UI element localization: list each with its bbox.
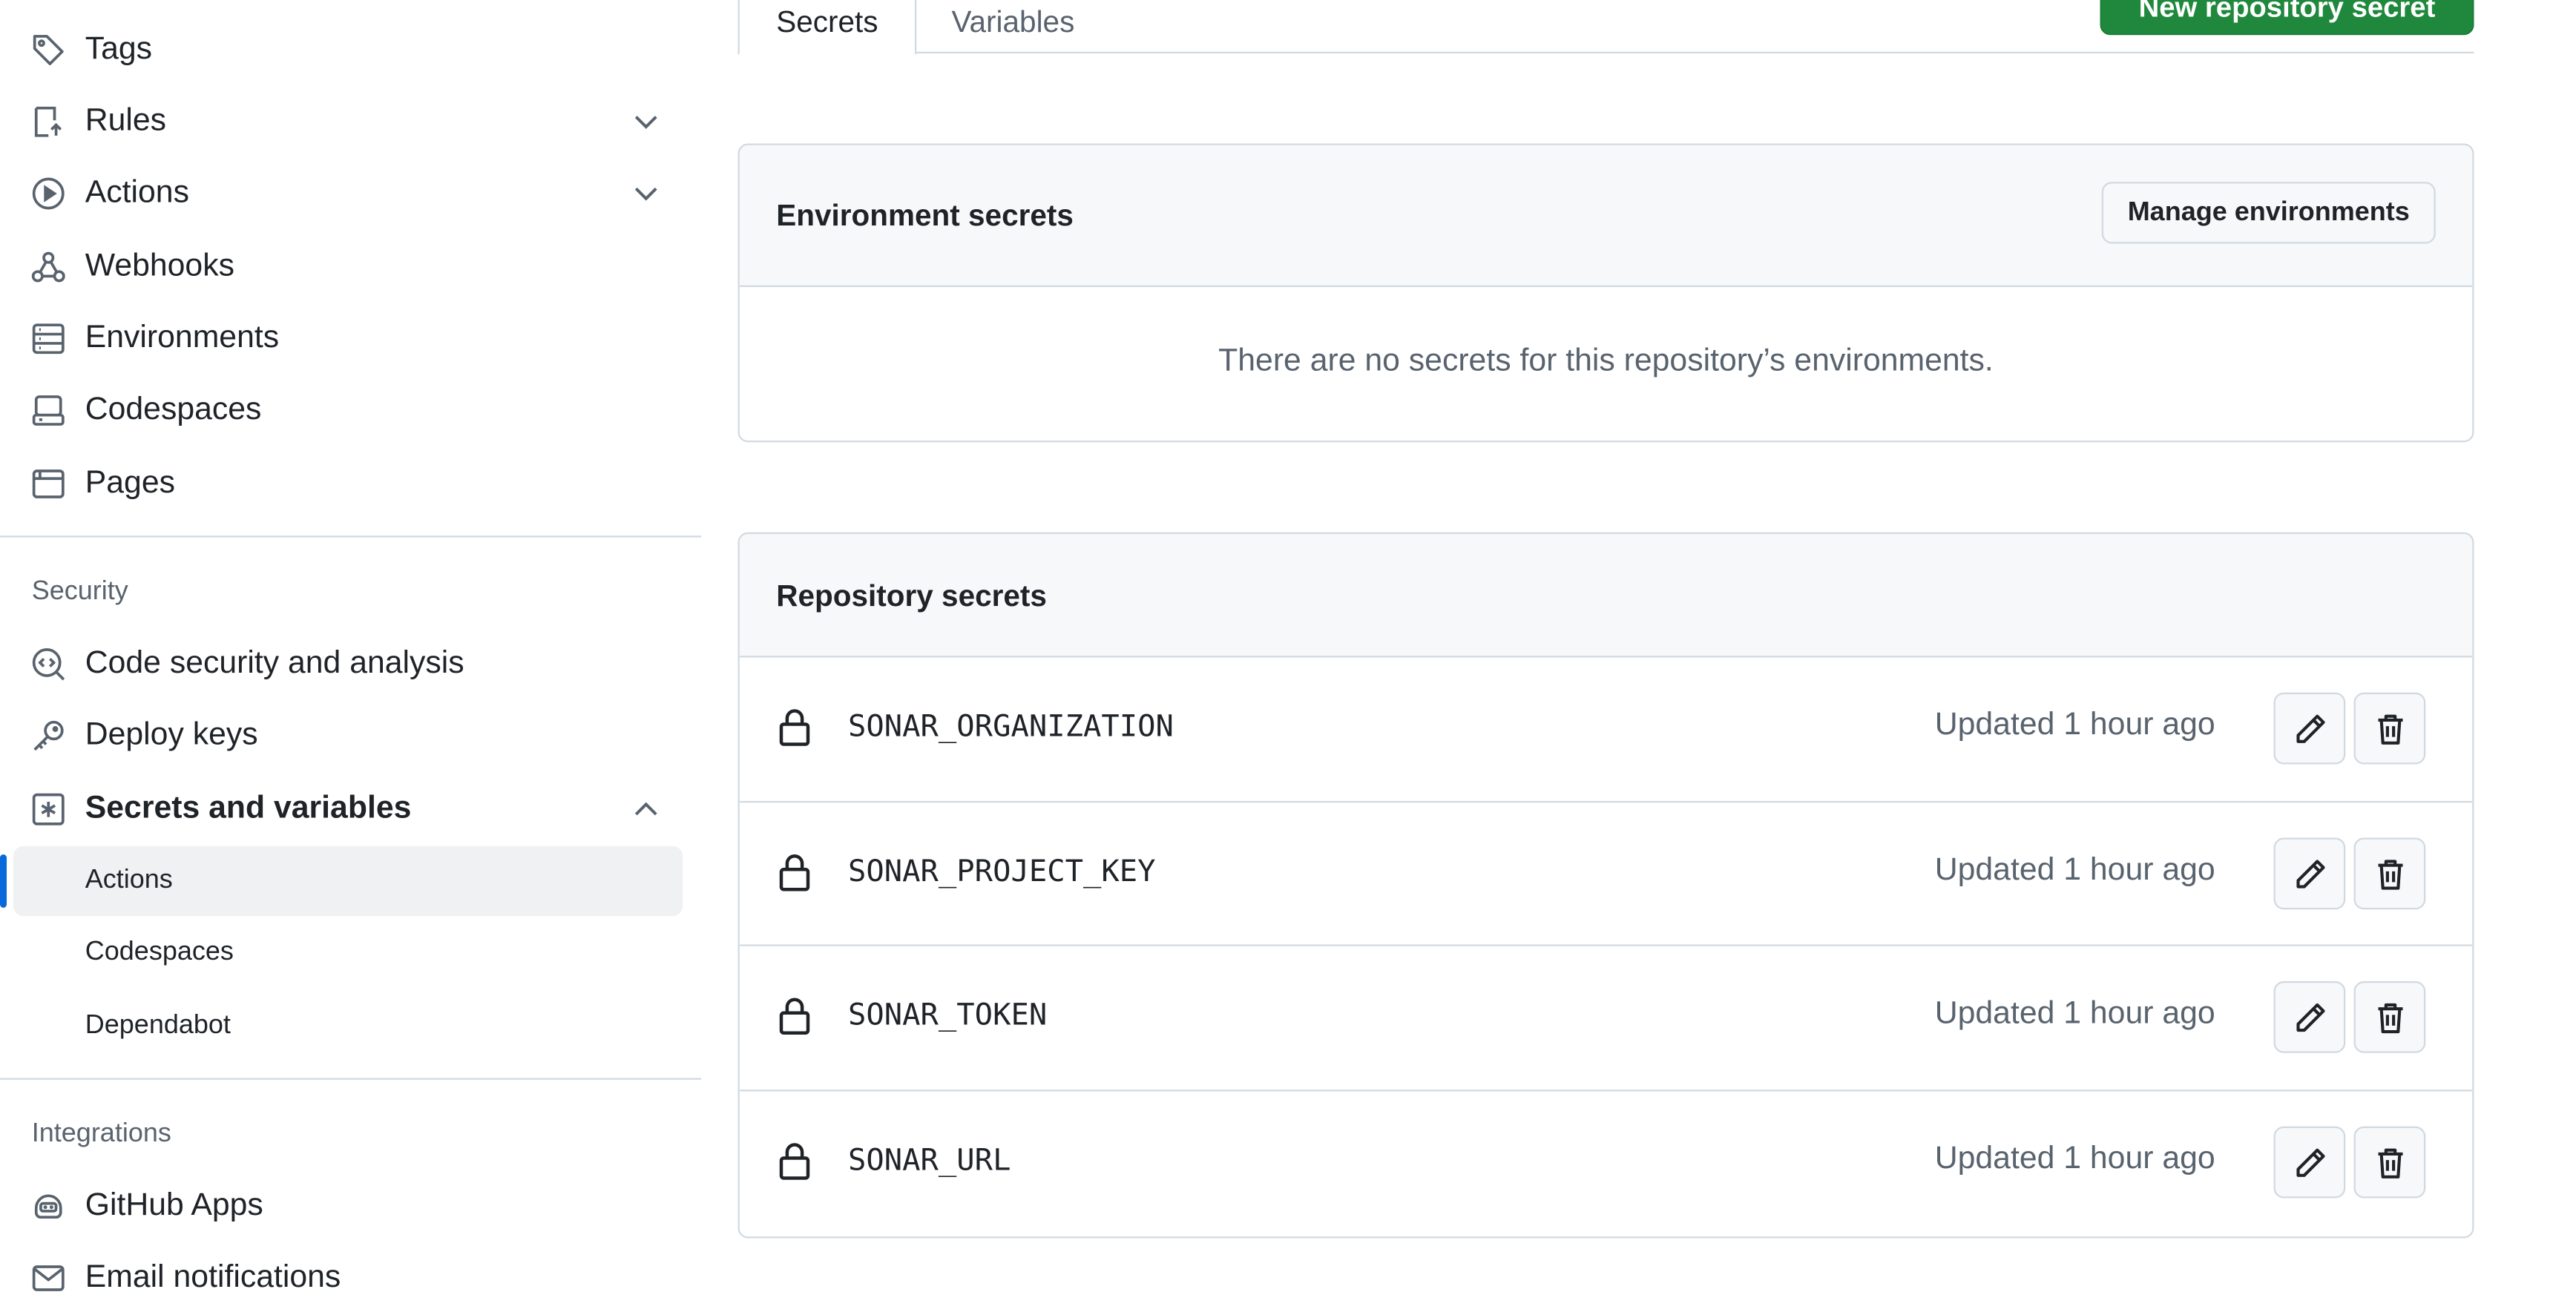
delete-secret-button[interactable] <box>2353 837 2426 910</box>
lock-icon <box>776 1141 813 1181</box>
sidebar-item-label: Environments <box>85 320 280 356</box>
secret-name: SONAR_URL <box>848 1143 1011 1179</box>
sidebar-item-rules[interactable]: Rules <box>0 88 701 155</box>
environment-secrets-empty-message: There are no secrets for this repository… <box>1218 343 1994 379</box>
new-repository-secret-button[interactable]: New repository secret <box>2100 0 2474 36</box>
secret-row: SONAR_URL Updated 1 hour ago <box>739 1090 2473 1233</box>
environment-secrets-title: Environment secrets <box>776 198 1074 232</box>
secret-updated: Updated 1 hour ago <box>1934 1141 2215 1177</box>
pencil-icon <box>2291 999 2328 1036</box>
sidebar-item-label: GitHub Apps <box>85 1188 263 1224</box>
secret-name: SONAR_PROJECT_KEY <box>848 854 1156 890</box>
sidebar-item-label: Tags <box>85 31 153 67</box>
section-title-security: Security <box>31 577 128 606</box>
pencil-icon <box>2291 855 2328 892</box>
secret-row: SONAR_TOKEN Updated 1 hour ago <box>739 944 2473 1089</box>
secret-updated: Updated 1 hour ago <box>1934 708 2215 743</box>
trash-icon <box>2371 710 2408 747</box>
lock-icon <box>776 996 813 1036</box>
sidebar-item-label: Webhooks <box>85 248 234 284</box>
sidebar-item-tags[interactable]: Tags <box>0 17 701 84</box>
sidebar-subitem-label: Codespaces <box>85 937 234 966</box>
sidebar-item-label: Pages <box>85 465 175 501</box>
server-icon <box>30 320 68 357</box>
sidebar-item-label: Rules <box>85 103 167 139</box>
delete-secret-button[interactable] <box>2353 692 2426 765</box>
sidebar-item-codespaces[interactable]: Codespaces <box>0 378 701 444</box>
repository-secrets-title: Repository secrets <box>776 578 1047 613</box>
sidebar-item-github-apps[interactable]: GitHub Apps <box>0 1173 701 1240</box>
repository-secrets-header: Repository secrets <box>739 534 2473 658</box>
sidebar-item-pages[interactable]: Pages <box>0 451 701 518</box>
secret-row: SONAR_PROJECT_KEY Updated 1 hour ago <box>739 801 2473 945</box>
sidebar-subitem-actions[interactable]: Actions <box>13 845 683 917</box>
lock-icon <box>776 853 813 893</box>
pencil-icon <box>2291 1144 2328 1181</box>
asterisk-icon <box>30 791 68 828</box>
edit-secret-button[interactable] <box>2273 1126 2346 1199</box>
edit-secret-button[interactable] <box>2273 981 2346 1053</box>
webhook-icon <box>30 248 68 286</box>
trash-icon <box>2371 1144 2408 1181</box>
sidebar-item-label: Code security and analysis <box>85 645 464 681</box>
secret-name: SONAR_TOKEN <box>848 998 1048 1033</box>
sidebar-item-label: Secrets and variables <box>85 791 412 826</box>
secret-name: SONAR_ORGANIZATION <box>848 709 1174 745</box>
codescan-icon <box>30 646 68 683</box>
sidebar-item-label: Actions <box>85 175 189 211</box>
sidebar-item-label: Deploy keys <box>85 717 258 753</box>
edit-secret-button[interactable] <box>2273 692 2346 765</box>
environment-secrets-header: Environment secrets Manage environments <box>739 145 2473 287</box>
edit-secret-button[interactable] <box>2273 837 2346 910</box>
sidebar-divider <box>0 1078 701 1080</box>
sidebar-item-code-security[interactable]: Code security and analysis <box>0 631 701 698</box>
codespaces-icon <box>30 392 68 429</box>
sidebar-item-webhooks[interactable]: Webhooks <box>0 234 701 300</box>
rules-icon <box>30 104 68 141</box>
apps-icon <box>30 1188 68 1225</box>
chevron-down-icon[interactable] <box>629 105 663 139</box>
sidebar-divider <box>0 535 701 538</box>
play-icon <box>30 175 68 212</box>
sidebar-item-deploy-keys[interactable]: Deploy keys <box>0 702 701 769</box>
tab-secrets[interactable]: Secrets <box>737 0 917 56</box>
sidebar-item-label: Email notifications <box>85 1259 341 1295</box>
secret-updated: Updated 1 hour ago <box>1934 852 2215 888</box>
secret-updated: Updated 1 hour ago <box>1934 996 2215 1032</box>
sidebar-subitem-label: Actions <box>85 866 173 894</box>
secret-row: SONAR_ORGANIZATION Updated 1 hour ago <box>739 656 2473 800</box>
browser-icon <box>30 466 68 503</box>
tab-variables[interactable]: Variables <box>952 0 1075 53</box>
sidebar-subitem-dependabot[interactable]: Dependabot <box>13 992 683 1062</box>
key-icon <box>30 718 68 755</box>
active-indicator <box>0 854 7 908</box>
delete-secret-button[interactable] <box>2353 1126 2426 1199</box>
sidebar-subitem-label: Dependabot <box>85 1011 231 1040</box>
environment-secrets-box: Environment secrets Manage environments … <box>737 143 2474 443</box>
tag-icon <box>30 32 68 69</box>
pencil-icon <box>2291 710 2328 747</box>
trash-icon <box>2371 999 2408 1036</box>
trash-icon <box>2371 855 2408 892</box>
chevron-up-icon[interactable] <box>629 793 663 826</box>
mail-icon <box>30 1260 68 1297</box>
manage-environments-button[interactable]: Manage environments <box>2101 182 2436 244</box>
delete-secret-button[interactable] <box>2353 981 2426 1053</box>
chevron-down-icon[interactable] <box>629 177 663 211</box>
sidebar-item-label: Codespaces <box>85 392 262 427</box>
sidebar-item-secrets-and-variables[interactable]: Secrets and variables <box>0 776 701 843</box>
sidebar-item-actions[interactable]: Actions <box>0 160 701 227</box>
sidebar-item-email-notifications[interactable]: Email notifications <box>0 1245 701 1312</box>
settings-sidebar: Tags Rules Actions Webhooks Environments… <box>0 0 701 1295</box>
lock-icon <box>776 708 813 748</box>
sidebar-item-environments[interactable]: Environments <box>0 306 701 372</box>
sidebar-subitem-codespaces[interactable]: Codespaces <box>13 918 683 989</box>
section-title-integrations: Integrations <box>31 1119 171 1148</box>
repository-secrets-box: Repository secrets SONAR_ORGANIZATION Up… <box>737 532 2474 1239</box>
